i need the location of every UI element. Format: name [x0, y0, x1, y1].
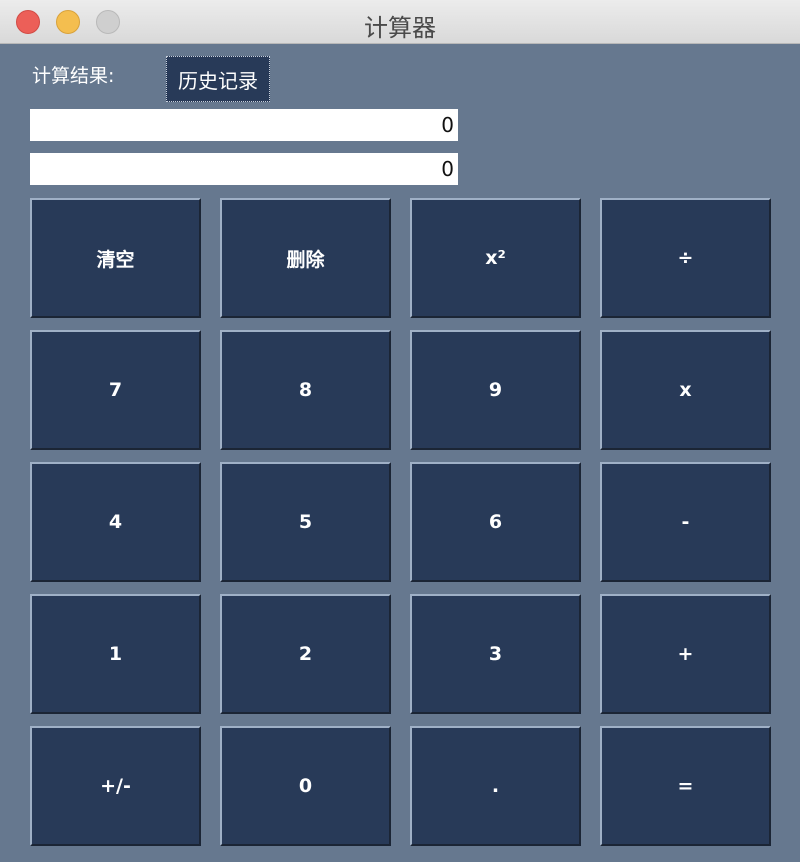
digit-1-button[interactable]: 1	[30, 594, 201, 714]
digit-6-button[interactable]: 6	[410, 462, 581, 582]
digit-8-button[interactable]: 8	[220, 330, 391, 450]
digit-9-button[interactable]: 9	[410, 330, 581, 450]
result-label: 计算结果:	[32, 65, 115, 87]
subtract-button[interactable]: -	[600, 462, 771, 582]
multiply-button[interactable]: x	[600, 330, 771, 450]
window-title: 计算器	[364, 14, 436, 42]
expression-display: 0	[30, 109, 458, 141]
clear-button[interactable]: 清空	[30, 198, 201, 318]
title-bar[interactable]: 计算器	[0, 0, 800, 44]
digit-3-button[interactable]: 3	[410, 594, 581, 714]
history-button[interactable]: 历史记录	[166, 56, 270, 102]
decimal-point-button[interactable]: .	[410, 726, 581, 846]
delete-button[interactable]: 删除	[220, 198, 391, 318]
negate-button[interactable]: +/-	[30, 726, 201, 846]
digit-4-button[interactable]: 4	[30, 462, 201, 582]
square-button[interactable]: x²	[410, 198, 581, 318]
add-button[interactable]: +	[600, 594, 771, 714]
digit-0-button[interactable]: 0	[220, 726, 391, 846]
result-display: 0	[30, 153, 458, 185]
digit-2-button[interactable]: 2	[220, 594, 391, 714]
calculator-window: 计算器 计算结果: 历史记录 0 0 清空 删除 x² ÷ 7 8 9 x 4 …	[0, 0, 800, 862]
equals-button[interactable]: =	[600, 726, 771, 846]
keypad: 清空 删除 x² ÷ 7 8 9 x 4 5 6 - 1 2 3 + +/- 0…	[30, 198, 771, 846]
digit-5-button[interactable]: 5	[220, 462, 391, 582]
digit-7-button[interactable]: 7	[30, 330, 201, 450]
divide-button[interactable]: ÷	[600, 198, 771, 318]
